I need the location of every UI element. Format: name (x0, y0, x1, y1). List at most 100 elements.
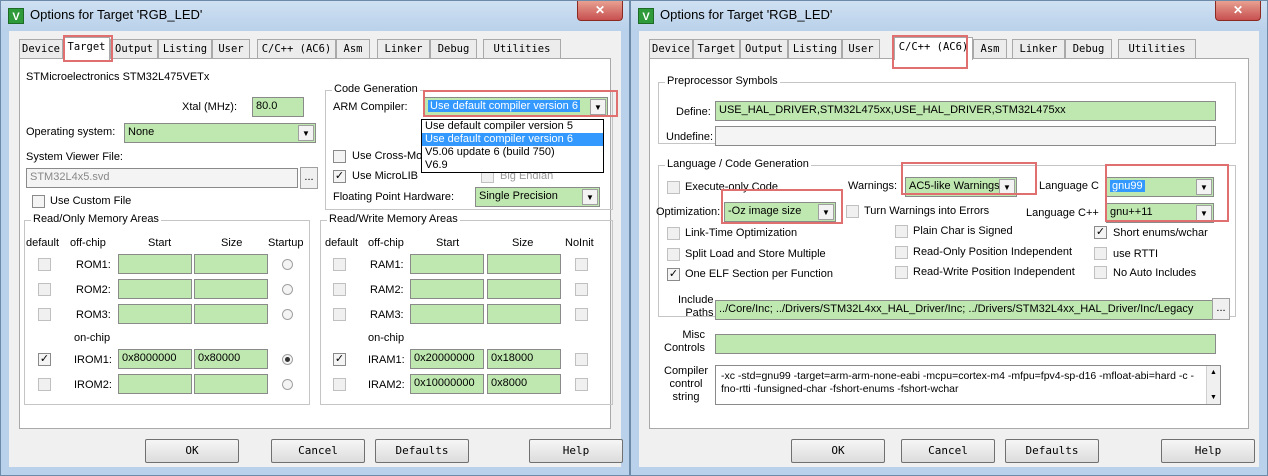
os-select[interactable]: None ▼ (124, 123, 316, 143)
defaults-button[interactable]: Defaults (1005, 439, 1099, 463)
short-enums-checkbox[interactable]: ✓ (1094, 226, 1107, 239)
ram3-noinit-checkbox[interactable] (575, 308, 588, 321)
ram2-default-checkbox[interactable] (333, 283, 346, 296)
turn-warnings-checkbox[interactable] (846, 205, 859, 218)
cancel-button[interactable]: Cancel (901, 439, 995, 463)
tab-listing[interactable]: Listing (158, 39, 212, 59)
tab-linker[interactable]: Linker (1012, 39, 1065, 59)
tab-output[interactable]: Output (740, 39, 788, 59)
ro-pos-checkbox[interactable] (895, 246, 908, 259)
close-button[interactable]: ✕ (577, 1, 623, 21)
scrollbar[interactable]: ▲ ▼ (1206, 366, 1220, 404)
compiler-control-string[interactable]: -xc -std=gnu99 -target=arm-arm-none-eabi… (715, 365, 1221, 405)
irom2-default-checkbox[interactable] (38, 378, 51, 391)
irom1-size[interactable]: 0x80000 (194, 349, 268, 369)
use-custom-file-checkbox[interactable] (32, 195, 45, 208)
compiler-option[interactable]: V6.9 (422, 159, 603, 172)
rom1-size[interactable] (194, 254, 268, 274)
language-cpp-select[interactable]: gnu++11 ▼ (1106, 203, 1214, 223)
rw-pos-checkbox[interactable] (895, 266, 908, 279)
defaults-button[interactable]: Defaults (375, 439, 469, 463)
rom1-start[interactable] (118, 254, 192, 274)
irom2-start[interactable] (118, 374, 192, 394)
ram1-size[interactable] (487, 254, 561, 274)
ok-button[interactable]: OK (145, 439, 239, 463)
ok-button[interactable]: OK (791, 439, 885, 463)
compiler-option[interactable]: V5.06 update 6 (build 750) (422, 146, 603, 159)
ram2-size[interactable] (487, 279, 561, 299)
rom1-startup-radio[interactable] (282, 259, 293, 270)
warnings-select[interactable]: AC5-like Warnings ▼ (905, 177, 1017, 197)
tab-device[interactable]: Device (649, 39, 693, 59)
tab-output[interactable]: Output (110, 39, 158, 59)
split-load-checkbox[interactable] (667, 248, 680, 261)
language-c-select[interactable]: gnu99 ▼ (1106, 177, 1214, 197)
tab-utilities[interactable]: Utilities (1118, 39, 1196, 59)
include-paths-input[interactable]: ../Core/Inc; ../Drivers/STM32L4xx_HAL_Dr… (715, 300, 1216, 320)
tab-utilities[interactable]: Utilities (483, 39, 561, 59)
cross-module-checkbox[interactable] (333, 150, 346, 163)
iram1-noinit-checkbox[interactable] (575, 353, 588, 366)
rom3-default-checkbox[interactable] (38, 308, 51, 321)
plain-char-checkbox[interactable] (895, 225, 908, 238)
tab-cpp[interactable]: C/C++ (AC6) (894, 37, 973, 60)
tab-debug[interactable]: Debug (1065, 39, 1112, 59)
ram3-default-checkbox[interactable] (333, 308, 346, 321)
ram3-size[interactable] (487, 304, 561, 324)
iram2-noinit-checkbox[interactable] (575, 378, 588, 391)
compiler-option[interactable]: Use default compiler version 6 (422, 133, 603, 146)
tab-target[interactable]: Target (63, 37, 110, 60)
browse-button[interactable]: ... (300, 167, 318, 189)
misc-controls-input[interactable] (715, 334, 1216, 354)
tab-listing[interactable]: Listing (788, 39, 842, 59)
optimization-select[interactable]: -Oz image size ▼ (724, 202, 836, 222)
include-browse-button[interactable]: ... (1212, 298, 1230, 320)
fp-select[interactable]: Single Precision ▼ (475, 187, 600, 207)
tab-user[interactable]: User (842, 39, 880, 59)
rom2-default-checkbox[interactable] (38, 283, 51, 296)
arm-compiler-select[interactable]: Use default compiler version 6 ▼ (424, 97, 608, 117)
tab-debug[interactable]: Debug (430, 39, 477, 59)
tab-device[interactable]: Device (19, 39, 63, 59)
irom1-startup-radio[interactable] (282, 354, 293, 365)
tab-cpp[interactable]: C/C++ (AC6) (257, 39, 336, 59)
iram2-default-checkbox[interactable] (333, 378, 346, 391)
ram3-start[interactable] (410, 304, 484, 324)
rom2-size[interactable] (194, 279, 268, 299)
execute-only-checkbox[interactable] (667, 181, 680, 194)
tab-linker[interactable]: Linker (377, 39, 430, 59)
help-button[interactable]: Help (1161, 439, 1255, 463)
rom3-start[interactable] (118, 304, 192, 324)
ram2-start[interactable] (410, 279, 484, 299)
microlib-checkbox[interactable]: ✓ (333, 170, 346, 183)
ram2-noinit-checkbox[interactable] (575, 283, 588, 296)
rom2-start[interactable] (118, 279, 192, 299)
ram1-noinit-checkbox[interactable] (575, 258, 588, 271)
irom1-start[interactable]: 0x8000000 (118, 349, 192, 369)
tab-asm[interactable]: Asm (336, 39, 370, 59)
iram1-start[interactable]: 0x20000000 (410, 349, 484, 369)
tab-target[interactable]: Target (693, 39, 740, 59)
rom3-startup-radio[interactable] (282, 309, 293, 320)
tab-user[interactable]: User (212, 39, 250, 59)
svf-input[interactable]: STM32L4x5.svd (26, 168, 298, 188)
iram2-start[interactable]: 0x10000000 (410, 374, 484, 394)
define-input[interactable]: USE_HAL_DRIVER,STM32L475xx,USE_HAL_DRIVE… (715, 101, 1216, 121)
irom1-default-checkbox[interactable]: ✓ (38, 353, 51, 366)
ram1-default-checkbox[interactable] (333, 258, 346, 271)
iram2-size[interactable]: 0x8000 (487, 374, 561, 394)
xtal-input[interactable]: 80.0 (252, 97, 304, 117)
rom1-default-checkbox[interactable] (38, 258, 51, 271)
irom2-startup-radio[interactable] (282, 379, 293, 390)
link-time-checkbox[interactable] (667, 227, 680, 240)
tab-asm[interactable]: Asm (973, 39, 1007, 59)
cancel-button[interactable]: Cancel (271, 439, 365, 463)
undefine-input[interactable] (715, 126, 1216, 146)
iram1-size[interactable]: 0x18000 (487, 349, 561, 369)
iram1-default-checkbox[interactable]: ✓ (333, 353, 346, 366)
use-rtti-checkbox[interactable] (1094, 247, 1107, 260)
help-button[interactable]: Help (529, 439, 623, 463)
one-elf-checkbox[interactable]: ✓ (667, 268, 680, 281)
irom2-size[interactable] (194, 374, 268, 394)
rom3-size[interactable] (194, 304, 268, 324)
